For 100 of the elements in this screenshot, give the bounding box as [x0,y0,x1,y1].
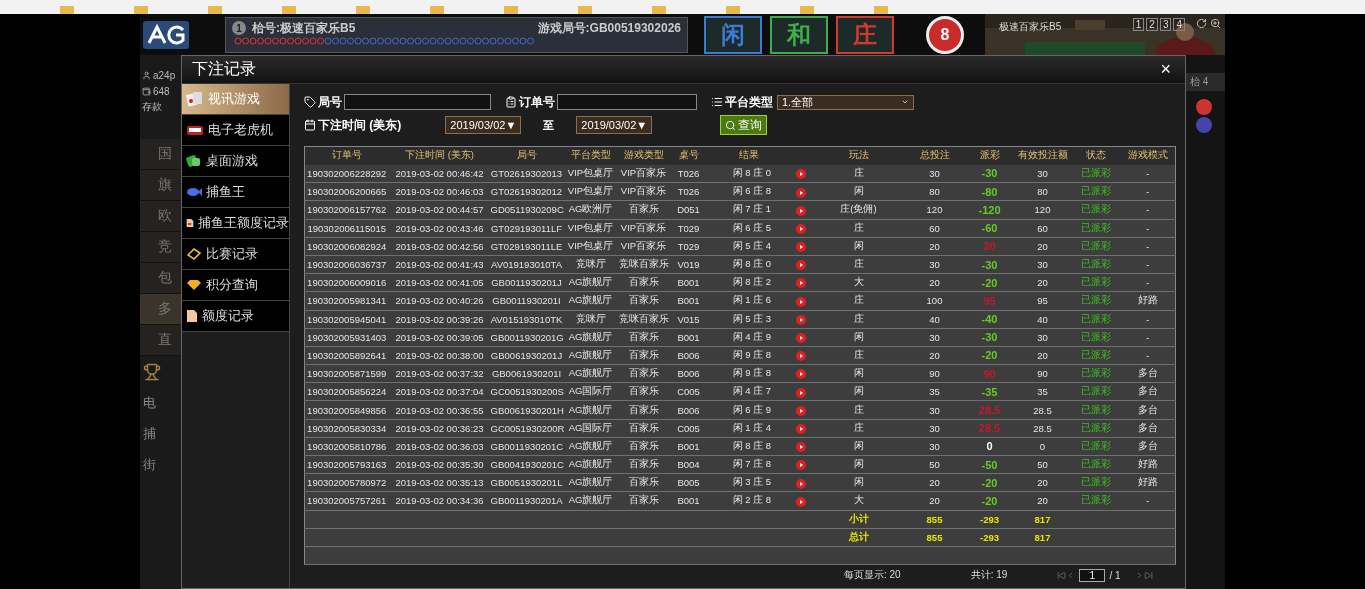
round-input[interactable] [344,94,491,110]
dialog-title: 下注记录 [192,59,256,79]
zoom-icon[interactable] [1210,18,1221,29]
play-icon[interactable] [795,187,806,198]
play-icon[interactable] [795,460,806,471]
table-cell: 2019-03-02 00:44:57 [395,204,484,216]
page-input[interactable]: 1 [1079,568,1106,582]
cards-icon [186,91,204,107]
play-icon[interactable] [795,278,806,289]
table-cell: 多台 [1137,421,1158,433]
refresh-icon[interactable] [1196,18,1207,29]
close-button[interactable]: × [1156,59,1175,80]
table-cell: - [1146,222,1150,234]
view-switch[interactable]: 2 [1146,18,1158,31]
play-icon[interactable] [795,242,806,253]
view-switch[interactable]: 1 [1132,18,1145,31]
table-cell: 竞咪厅 [575,258,606,270]
sidebar-item[interactable]: 捕鱼王 [182,177,289,208]
table-cell: 已派彩 [1080,330,1111,342]
table-cell: 多台 [1137,403,1158,415]
table-cell: GB0061930201I [491,368,562,380]
table-cell: 28.5 [1033,422,1052,434]
table-cell: 竞咪厅 [575,312,606,324]
table-cell: AV015193010TK [490,313,563,325]
date-select[interactable]: 2019/03/02▼ [576,116,653,134]
table-cell-text: 闲 6 庄 5 [731,221,771,233]
order-input[interactable] [557,94,697,110]
platform-select[interactable]: 1.全部 [777,94,914,110]
query-button[interactable]: 查询 [720,115,768,135]
view-switch[interactable]: 3 [1159,18,1172,31]
sidebar-item[interactable]: 额度记录 [182,301,289,332]
table-cell: 2019-03-02 00:37:32 [395,368,484,380]
table-cell: 190302005981341 [307,295,387,307]
menu-item[interactable]: 街 [143,455,156,474]
date-select[interactable]: 2019/03/02▼ [445,116,522,134]
menu-item[interactable]: 竞 [140,232,181,263]
bet-area[interactable]: 闲 [704,15,762,54]
table-cell: -35 [981,385,998,398]
menu-item[interactable]: 包 [140,263,181,294]
sidebar-item[interactable]: 电子老虎机 [182,115,289,146]
sidebar-item[interactable]: 捕鱼王额度记录 [182,208,289,239]
table-cell-text: 闲 5 庄 4 [731,239,771,251]
table-cell: VIP百家乐 [620,166,667,178]
table-cell: 2019-03-02 00:35:30 [395,459,484,471]
table-cell: 20 [929,240,940,252]
menu-item[interactable]: 电 [143,393,156,412]
menu-item[interactable]: 国 [140,139,181,170]
table-cell: 2019-03-02 00:39:05 [395,331,484,343]
play-icon[interactable] [795,405,806,416]
play-icon[interactable] [795,387,806,398]
table-cell: 2019-03-02 00:36:03 [395,440,484,452]
menu-item[interactable]: 欧 [140,201,181,232]
table-cell: - [1146,204,1150,216]
table-cell-text: 闲 7 庄 8 [731,458,771,470]
table-cell: -20 [981,276,998,289]
play-icon[interactable] [795,478,806,489]
play-icon[interactable] [795,333,806,343]
play-icon[interactable] [795,369,806,380]
sidebar-item[interactable]: 积分查询 [182,270,289,301]
play-icon[interactable] [795,496,806,507]
table-cell: B001 [677,440,700,452]
play-icon[interactable] [795,260,806,271]
play-icon[interactable] [795,169,806,180]
table-cell: 190302006082924 [307,240,387,252]
table-cell: 28.5 [978,404,1001,417]
fish-icon [186,186,202,198]
table-cell: B001 [677,495,700,507]
bet-area[interactable]: 和 [770,15,828,54]
column-header: 下注时间 (美东) [405,149,474,161]
table-cell: 28.5 [1033,404,1052,416]
menu-item[interactable]: 直 [140,325,181,356]
play-icon[interactable] [795,314,806,325]
table-cell: 已派彩 [1080,439,1111,451]
play-icon[interactable] [795,442,806,453]
table-cell: 已派彩 [1080,494,1111,506]
table-cell: 2019-03-02 00:40:26 [395,295,484,307]
total-count: 共计: 19 [970,568,1008,583]
table-tab[interactable]: 枱 4 [1186,73,1225,91]
table-cell-text: 闲 3 庄 5 [731,476,771,488]
play-icon[interactable] [795,205,806,216]
deposit-link[interactable]: 存款 [142,100,162,114]
table-cell: 60 [1037,222,1048,234]
table-cell: 总计 [848,530,869,542]
sidebar-item[interactable]: 桌面游戏 [182,146,289,177]
column-header: 派彩 [979,149,1000,161]
menu-item[interactable]: 捕 [143,424,156,443]
table-cell: 已派彩 [1080,258,1111,270]
play-icon[interactable] [795,351,806,362]
play-icon[interactable] [795,423,806,434]
table-cell: 2019-03-02 00:43:46 [395,222,484,234]
table-cell: 30 [1037,259,1048,271]
table-cell: 2019-03-02 00:39:26 [395,313,484,325]
menu-item[interactable]: 旗 [140,170,181,201]
sidebar-item[interactable]: 比赛记录 [182,239,289,270]
play-icon[interactable] [795,296,806,307]
table-cell: 28.5 [978,422,1001,435]
table-cell: 855 [926,531,943,543]
play-icon[interactable] [795,223,806,234]
view-switch[interactable]: 4 [1173,18,1185,31]
table-cell: AG国际厅 [568,385,613,397]
